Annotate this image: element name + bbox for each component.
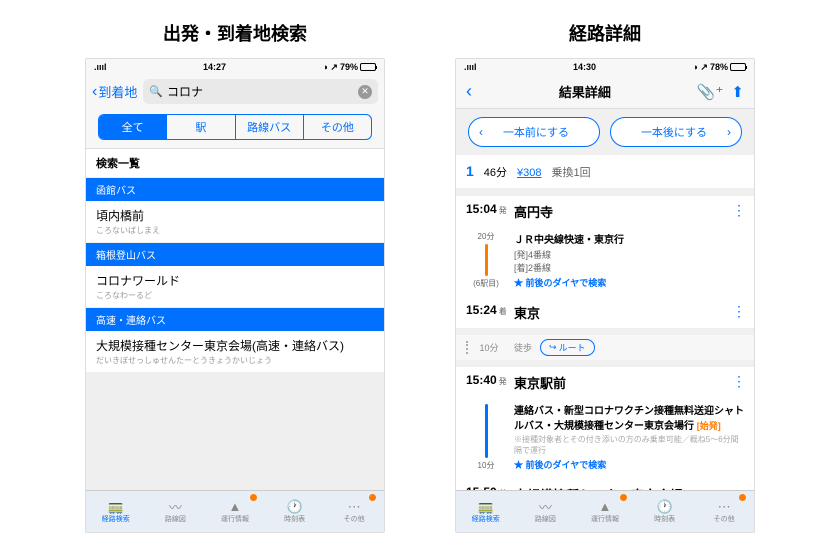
clock-icon: 🕐	[656, 500, 674, 514]
fare[interactable]: ¥308	[517, 167, 541, 179]
tab-timetable[interactable]: 🕐時刻表	[635, 491, 695, 532]
line-indicator	[485, 244, 488, 276]
page-title-left: 出発・到着地検索	[163, 20, 307, 46]
search-input[interactable]: 🔍 コロナ ✕	[143, 79, 378, 104]
tab-status[interactable]: ▲運行情報	[205, 491, 265, 532]
phone-right: .ıııl 14:30 ◑ ↗ 78% ‹ 結果詳細 📎⁺ ⬆︎ ‹一本前にする…	[455, 58, 755, 533]
search-icon: 🔍	[149, 85, 163, 98]
tab-map[interactable]: 〰路線図	[516, 491, 576, 532]
more-icon: ⋯	[715, 500, 733, 514]
list-item[interactable]: 大規模接種センター東京会場(高速・連絡バス) だいきぼせっしゅせんたーとうきょう…	[86, 331, 384, 373]
list-item[interactable]: コロナワールド ころなわーるど	[86, 266, 384, 308]
route-number: 1	[466, 163, 474, 179]
status-bar: .ıııl 14:30 ◑ ↗ 78%	[456, 59, 754, 75]
clip-icon[interactable]: 📎⁺	[697, 83, 724, 101]
segment-station[interactable]: 駅	[167, 115, 235, 139]
warning-icon: ▲	[226, 500, 244, 514]
tab-other[interactable]: ⋯その他	[324, 491, 384, 532]
tab-timetable[interactable]: 🕐時刻表	[265, 491, 325, 532]
location-icon: ◑ ↗	[323, 62, 338, 73]
more-icon: ⋯	[345, 500, 363, 514]
badge-icon	[369, 494, 376, 501]
train-icon: 🚃	[107, 500, 125, 514]
status-time: 14:27	[107, 62, 323, 72]
category-header: 箱根登山バス	[86, 243, 384, 266]
back-button[interactable]: ‹ 到着地	[92, 82, 137, 101]
badge-icon	[620, 494, 627, 501]
category-header: 函館バス	[86, 178, 384, 201]
warning-icon: ▲	[596, 500, 614, 514]
list-header: 検索一覧	[86, 149, 384, 178]
line-name: ＪＲ中央線快速・東京行	[514, 231, 744, 246]
train-icon: 🚃	[477, 500, 495, 514]
battery-pct: 78%	[710, 62, 728, 72]
segment-bus[interactable]: 路線バス	[236, 115, 304, 139]
nearby-trains-link[interactable]: ★ 前後のダイヤで検索	[514, 458, 744, 471]
share-icon[interactable]: ⬆︎	[731, 83, 744, 101]
list-item[interactable]: 頃内橋前 ころないばしまえ	[86, 201, 384, 243]
map-icon: 〰	[166, 500, 184, 514]
status-bar: .ıııl 14:27 ◑ ↗ 79%	[86, 59, 384, 75]
duration: 46分	[484, 164, 507, 180]
line-name: 連絡バス・新型コロナワクチン接種無料送迎シャトルバス・大規模接種センター東京会場…	[514, 402, 744, 432]
back-label: 到着地	[98, 82, 137, 101]
badge-icon	[739, 494, 746, 501]
prev-train-button[interactable]: ‹一本前にする	[468, 117, 600, 147]
map-icon: 〰	[536, 500, 554, 514]
segment-other[interactable]: その他	[304, 115, 371, 139]
search-value: コロナ	[167, 83, 354, 100]
tab-bar: 🚃経路検索 〰路線図 ▲運行情報 🕐時刻表 ⋯その他	[456, 490, 754, 532]
route-summary: 1 46分 ¥308 乗換1回	[456, 155, 754, 189]
chevron-left-icon: ‹	[92, 83, 97, 101]
clock-icon: 🕐	[286, 500, 304, 514]
header-title: 結果詳細	[481, 82, 689, 101]
segment-all[interactable]: 全て	[99, 115, 167, 139]
station-name: 東京駅前	[514, 373, 724, 392]
station-name: 東京	[514, 303, 724, 322]
nearby-trains-link[interactable]: ★ 前後のダイヤで検索	[514, 276, 744, 289]
walk-route-button[interactable]: ↪ ルート	[540, 339, 595, 356]
station-name: 高円寺	[514, 202, 724, 221]
leg-duration[interactable]: 20分 (6駅目)	[466, 231, 506, 289]
battery-icon	[730, 63, 746, 71]
tab-map[interactable]: 〰路線図	[146, 491, 206, 532]
more-icon[interactable]: ⋮	[732, 303, 744, 320]
phone-left: .ıııl 14:27 ◑ ↗ 79% ‹ 到着地 🔍 コロナ ✕	[85, 58, 385, 533]
signal-icon: .ıııl	[464, 62, 477, 72]
category-header: 高速・連絡バス	[86, 308, 384, 331]
line-indicator	[485, 404, 488, 458]
tab-route-search[interactable]: 🚃経路検索	[86, 491, 146, 532]
clear-icon[interactable]: ✕	[358, 85, 372, 99]
tab-status[interactable]: ▲運行情報	[575, 491, 635, 532]
badge-icon	[250, 494, 257, 501]
battery-pct: 79%	[340, 62, 358, 72]
signal-icon: .ıııl	[94, 62, 107, 72]
tab-bar: 🚃経路検索 〰路線図 ▲運行情報 🕐時刻表 ⋯その他	[86, 490, 384, 532]
back-button[interactable]: ‹	[466, 81, 472, 102]
next-train-button[interactable]: 一本後にする›	[610, 117, 742, 147]
tab-route-search[interactable]: 🚃経路検索	[456, 491, 516, 532]
changes: 乗換1回	[552, 164, 591, 180]
more-icon[interactable]: ⋮	[732, 202, 744, 219]
leg-duration: 10分	[466, 402, 506, 471]
location-icon: ◑ ↗	[693, 62, 708, 73]
walk-segment: 10分 徒歩 ↪ ルート	[456, 335, 754, 360]
more-icon[interactable]: ⋮	[732, 373, 744, 390]
chevron-right-icon: ›	[727, 125, 731, 139]
tab-other[interactable]: ⋯その他	[694, 491, 754, 532]
segment-control: 全て 駅 路線バス その他	[98, 114, 372, 140]
page-title-right: 経路詳細	[569, 20, 641, 46]
battery-icon	[360, 63, 376, 71]
status-time: 14:30	[477, 62, 693, 72]
